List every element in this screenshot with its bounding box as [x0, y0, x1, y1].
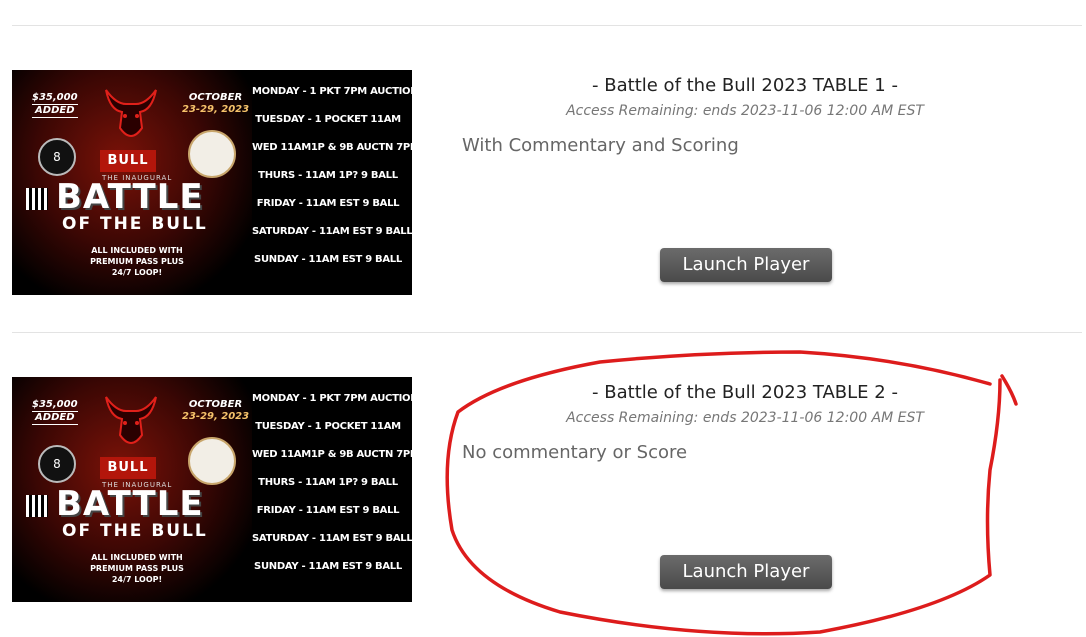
- schedule-item: TUESDAY - 1 POCKET 11AM: [255, 421, 401, 432]
- sponsor-seal-icon: [188, 130, 236, 178]
- schedule-item: WED 11AM1P & 9B AUCTN 7PM: [252, 449, 412, 460]
- schedule-item: THURS - 11AM 1P? 9 BALL: [258, 477, 398, 488]
- access-remaining: Access Remaining: ends 2023-11-06 12:00 …: [566, 103, 924, 119]
- schedule-item: SATURDAY - 11AM EST 9 BALL: [252, 533, 412, 544]
- schedule-item: TUESDAY - 1 POCKET 11AM: [255, 114, 401, 125]
- poster-title: BATTLE: [56, 177, 204, 217]
- schedule-item: THURS - 11AM 1P? 9 BALL: [258, 170, 398, 181]
- schedule-item: WED 11AM1P & 9B AUCTN 7PM: [252, 142, 412, 153]
- sponsor-seal-icon: [188, 437, 236, 485]
- poster-dates: OCTOBER 23-29, 2023: [182, 92, 250, 115]
- schedule-item: SUNDAY - 11AM EST 9 BALL: [254, 254, 402, 265]
- poster-prize: $35,000 ADDED: [32, 399, 78, 425]
- eight-ball-icon: 8: [38, 138, 76, 176]
- poster-subtitle: OF THE BULL: [62, 214, 208, 234]
- event-card-table-1: $35,000 ADDED OCTOBER 23-29, 2023 8 BULL T…: [0, 70, 1086, 310]
- event-card-table-2: $35,000 ADDED OCTOBER 23-29, 2023 8 BULL T…: [0, 377, 1086, 617]
- schedule-item: FRIDAY - 11AM EST 9 BALL: [256, 505, 400, 516]
- event-info: - Battle of the Bull 2023 TABLE 1 - Acce…: [455, 70, 1055, 300]
- event-info: - Battle of the Bull 2023 TABLE 2 - Acce…: [455, 377, 1055, 607]
- event-description: No commentary or Score: [462, 442, 688, 463]
- top-divider: [12, 25, 1082, 26]
- poster-prize: $35,000 ADDED: [32, 92, 78, 118]
- event-description: With Commentary and Scoring: [462, 135, 739, 156]
- event-title: - Battle of the Bull 2023 TABLE 1 -: [592, 75, 898, 96]
- poster-schedule: MONDAY - 1 PKT 7PM AUCTION TUESDAY - 1 P…: [252, 82, 412, 278]
- access-remaining: Access Remaining: ends 2023-11-06 12:00 …: [566, 410, 924, 426]
- event-poster-image[interactable]: $35,000 ADDED OCTOBER 23-29, 2023 8 BULL T…: [12, 70, 412, 295]
- schedule-item: SUNDAY - 11AM EST 9 BALL: [254, 561, 402, 572]
- schedule-item: MONDAY - 1 PKT 7PM AUCTION: [252, 86, 412, 97]
- bull-logo-icon: [105, 89, 157, 137]
- schedule-item: SATURDAY - 11AM EST 9 BALL: [252, 226, 412, 237]
- poster-brand: BULL: [100, 150, 156, 172]
- poster-included-note: ALL INCLUDED WITH PREMIUM PASS PLUS 24/7…: [90, 246, 184, 277]
- poster-dates: OCTOBER 23-29, 2023: [182, 399, 250, 422]
- launch-player-button[interactable]: Launch Player: [660, 248, 832, 282]
- launch-player-button[interactable]: Launch Player: [660, 555, 832, 589]
- poster-subtitle: OF THE BULL: [62, 521, 208, 541]
- poster-schedule: MONDAY - 1 PKT 7PM AUCTION TUESDAY - 1 P…: [252, 389, 412, 585]
- poster-title: BATTLE: [56, 484, 204, 524]
- qr-code-icon: [26, 495, 48, 517]
- event-poster-image[interactable]: $35,000 ADDED OCTOBER 23-29, 2023 8 BULL T…: [12, 377, 412, 602]
- schedule-item: MONDAY - 1 PKT 7PM AUCTION: [252, 393, 412, 404]
- event-title: - Battle of the Bull 2023 TABLE 2 -: [592, 382, 898, 403]
- poster-brand: BULL: [100, 457, 156, 479]
- event-divider: [12, 332, 1082, 333]
- eight-ball-icon: 8: [38, 445, 76, 483]
- bull-logo-icon: [105, 396, 157, 444]
- schedule-item: FRIDAY - 11AM EST 9 BALL: [256, 198, 400, 209]
- poster-included-note: ALL INCLUDED WITH PREMIUM PASS PLUS 24/7…: [90, 553, 184, 584]
- qr-code-icon: [26, 188, 48, 210]
